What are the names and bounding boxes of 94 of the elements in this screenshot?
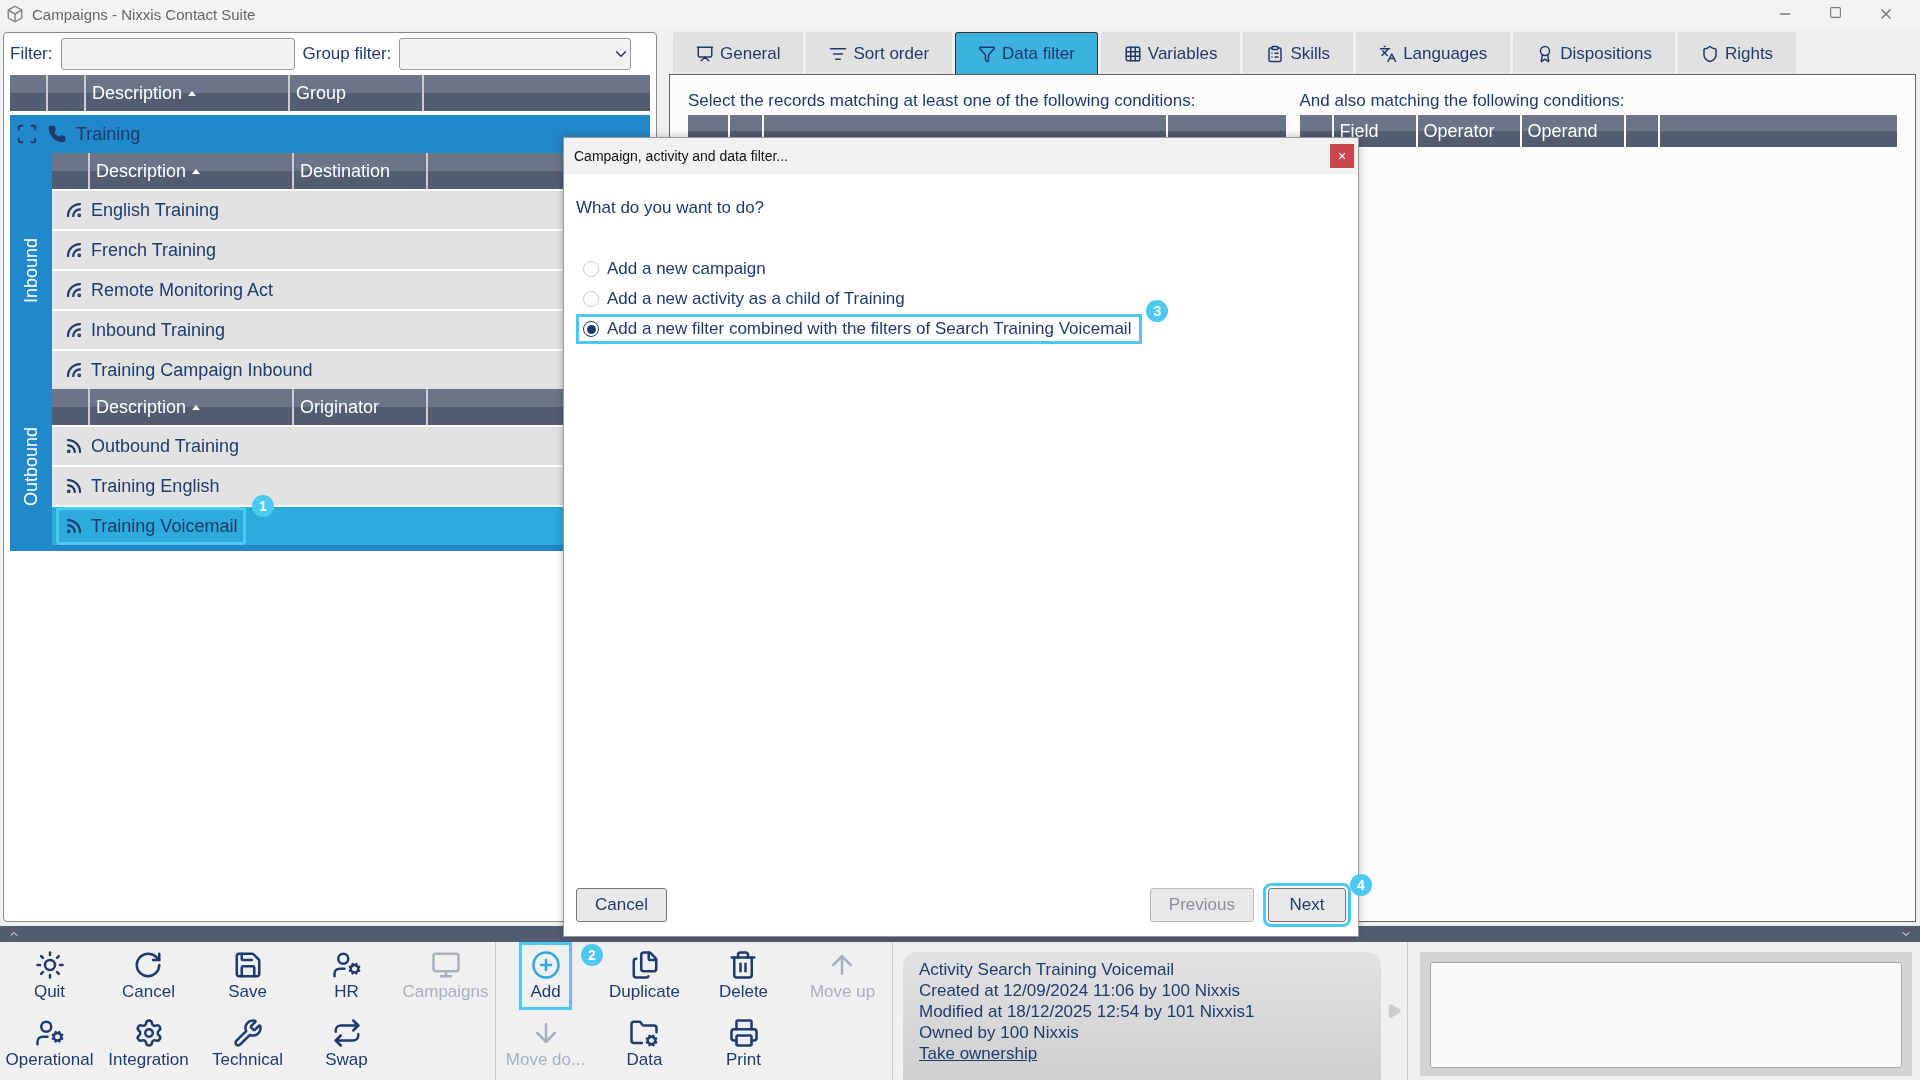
user-gear-icon (331, 950, 362, 980)
tab[interactable]: Variables (1100, 32, 1241, 74)
dialog-button[interactable]: Cancel (576, 888, 667, 922)
signal-icon (65, 361, 83, 379)
section-label: Inbound (20, 238, 42, 304)
toolbar-button[interactable]: Swap (314, 1010, 379, 1078)
activity-name: Inbound Training (91, 319, 226, 341)
tab[interactable]: Languages (1356, 32, 1511, 74)
close-button[interactable]: × (1330, 144, 1354, 168)
signal-icon (65, 437, 83, 455)
tab[interactable]: General (673, 32, 804, 74)
toolbar-button[interactable]: Delete (707, 942, 780, 1010)
signal-icon (65, 241, 83, 259)
column-header (48, 75, 84, 111)
tab[interactable]: Rights (1677, 32, 1797, 74)
toolbar-button[interactable]: Cancel (111, 942, 186, 1010)
plus-circle-icon (530, 950, 561, 980)
column-header (10, 75, 46, 111)
condition-label: And also matching the following conditions: (1299, 91, 1626, 111)
maximize-icon[interactable] (1829, 6, 1842, 19)
column-header[interactable]: Operator (1417, 115, 1520, 147)
toolbar-button[interactable]: Technical (201, 1010, 294, 1078)
gear-icon (133, 1018, 164, 1048)
sort-ascending-icon (188, 90, 197, 96)
toolbar-button[interactable]: Data (615, 1010, 674, 1078)
signal-icon (65, 517, 83, 535)
take-ownership-link[interactable]: Take ownership (919, 1044, 1038, 1063)
activity-name: Outbound Training (91, 435, 240, 457)
user-gear-icon (34, 1018, 65, 1048)
activity-name: Remote Monitoring Act (91, 279, 274, 301)
info-line: Owned by 100 Nixxis (919, 1023, 1080, 1043)
signal-icon (65, 201, 83, 219)
toolbar-button[interactable]: Add (519, 942, 572, 1010)
folder-gear-icon (629, 1018, 660, 1048)
expand-arrow-icon[interactable] (1386, 1003, 1402, 1019)
toolbar-button[interactable]: Save (217, 942, 278, 1010)
signal-icon (65, 281, 83, 299)
refresh-icon (133, 950, 164, 980)
clipboard-icon (1266, 44, 1285, 63)
tab[interactable]: Sort order (806, 32, 953, 74)
swap-icon (331, 1018, 362, 1048)
window-title: Campaigns - Nixxis Contact Suite (32, 5, 257, 23)
activity-name: Training Campaign Inbound (91, 359, 313, 381)
toolbar-button[interactable]: Print (715, 1010, 772, 1078)
app-icon (6, 5, 24, 23)
tab[interactable]: Dispositions (1513, 32, 1675, 74)
tab[interactable]: Data filter (955, 32, 1098, 74)
activity-name: Training English (91, 475, 220, 497)
column-header[interactable]: Description (90, 153, 292, 189)
step-badge: 2 (581, 944, 603, 966)
expand-icon[interactable] (16, 123, 38, 145)
monitor-icon (430, 950, 461, 980)
sort-ascending-icon (192, 168, 201, 174)
shield-icon (1700, 44, 1719, 63)
step-badge: 3 (1146, 300, 1169, 322)
column-header[interactable]: Originator (294, 389, 426, 425)
signal-icon (65, 477, 83, 495)
filter-field[interactable] (60, 38, 295, 70)
group-filter-label: Group filter: (302, 44, 392, 64)
group-filter-dropdown[interactable] (399, 38, 632, 70)
signal-icon (65, 321, 83, 339)
column-header[interactable]: Operand (1521, 115, 1624, 147)
toolbar-button[interactable]: HR (320, 942, 373, 1010)
wrench-icon (232, 1018, 263, 1048)
activity-name: Training Voicemail (91, 515, 238, 537)
column-header[interactable]: Destination (294, 153, 426, 189)
activity-name: French Training (91, 239, 217, 261)
column-header[interactable]: Field (1333, 115, 1416, 147)
phone-icon (48, 125, 66, 143)
radio-button[interactable] (583, 321, 599, 337)
grid-icon (1123, 44, 1142, 63)
notes-field[interactable] (1430, 962, 1902, 1068)
section-label: Outbound (20, 427, 42, 507)
monitor-icon (696, 44, 714, 63)
condition-label: Select the records matching at least one of the following conditions: (688, 91, 1197, 111)
column-header (52, 389, 88, 425)
languages-icon (1379, 44, 1398, 63)
column-header[interactable]: Group (290, 75, 422, 111)
filter-label: Filter: (10, 44, 53, 64)
tab[interactable]: Skills (1243, 32, 1354, 74)
step-badge: 4 (1350, 874, 1372, 896)
column-header[interactable]: Description (86, 75, 288, 111)
printer-icon (728, 1018, 759, 1048)
activity-name: English Training (91, 199, 220, 221)
column-header[interactable]: Description (90, 389, 292, 425)
info-line: Activity Search Training Voicemail (919, 960, 1176, 980)
info-line: Created at 12/09/2024 11:06 by 100 Nixxis (919, 981, 1241, 1001)
info-line: Modified at 18/12/2025 12:54 by 101 Nixxis1 (919, 1002, 1256, 1022)
filter-icon (978, 44, 997, 63)
column-header (52, 153, 88, 189)
radio-option[interactable]: Add a new filter combined with the filters of Search Training Voicemail (576, 314, 1143, 344)
dialog-title: Campaign, activity and data filter... (574, 148, 788, 164)
sort-ascending-icon (192, 404, 201, 410)
toolbar-button[interactable]: Quit (22, 942, 77, 1010)
